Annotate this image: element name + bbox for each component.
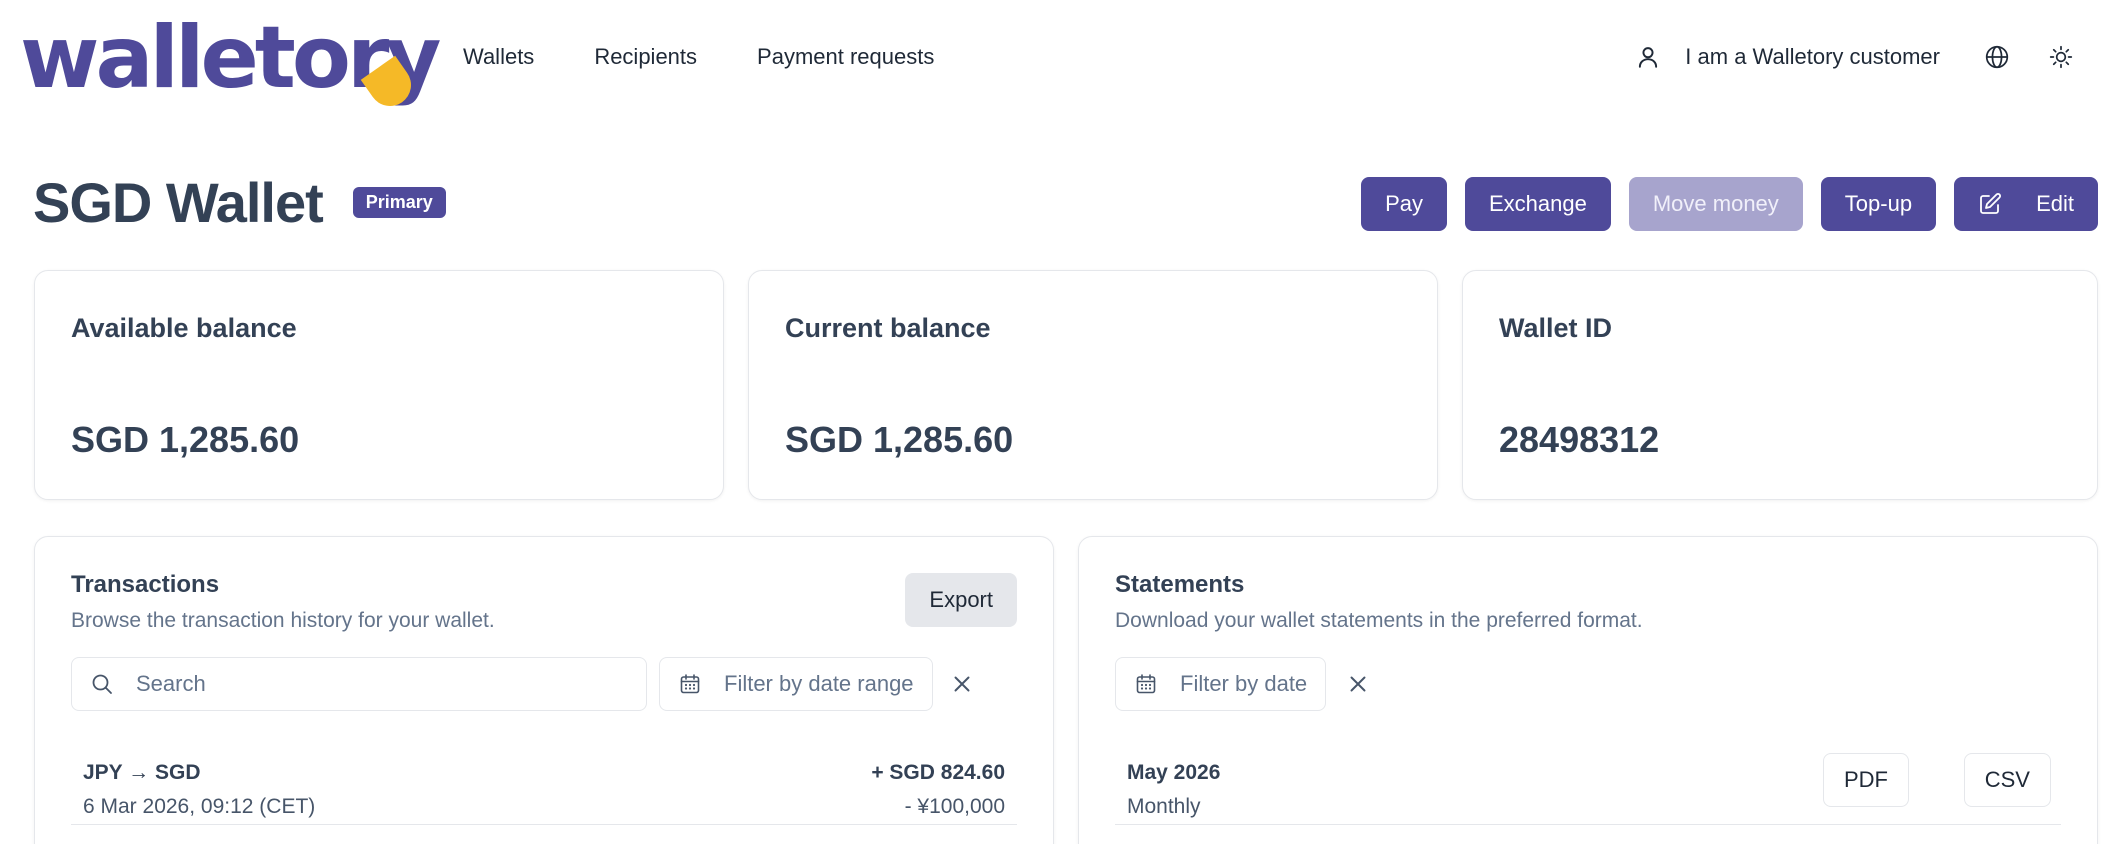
transaction-row[interactable]: JPY → SGD 6 Mar 2026, 09:12 (CET) + SGD … [71,745,1017,825]
search-field [71,657,647,711]
globe-icon[interactable] [1984,44,2010,70]
statements-panel: Statements Download your wallet statemen… [1078,536,2098,844]
close-icon[interactable] [949,671,975,697]
transactions-subtitle: Browse the transaction history for your … [71,609,495,632]
top-up-button[interactable]: Top-up [1820,177,1937,231]
user-icon [1639,47,1658,68]
primary-badge: Primary [352,187,446,218]
nav-payment-requests[interactable]: Payment requests [757,44,934,70]
statements-subtitle: Download your wallet statements in the p… [1115,609,1643,632]
wallet-id-label: Wallet ID [1499,313,1613,343]
close-icon[interactable] [1345,671,1371,697]
search-icon [92,674,112,694]
available-balance-card: Available balance SGD 1,285.60 [34,270,724,500]
nav-recipients[interactable]: Recipients [594,44,697,70]
edit-button[interactable]: Edit [1954,177,2098,231]
transaction-original-amount: - ¥100,000 [904,795,1005,818]
date-range-placeholder: Filter by date range [724,671,914,696]
main-nav: Wallets Recipients Payment requests [463,44,994,70]
calendar-icon [680,674,700,694]
date-filter-placeholder: Filter by date [1180,671,1308,696]
move-money-button[interactable]: Move money [1628,177,1803,231]
nav-wallets[interactable]: Wallets [463,44,534,70]
top-header: walletory Wallets Recipients Payment req… [0,0,2114,120]
transaction-date: 6 Mar 2026, 09:12 (CET) [83,795,316,818]
exchange-button[interactable]: Exchange [1464,177,1611,231]
export-button[interactable]: Export [905,573,1017,627]
page-title: SGD Wallet [33,171,324,234]
statement-period: May 2026 [1127,761,1221,784]
transaction-title: JPY → SGD [83,761,201,784]
date-filter[interactable]: Filter by date [1115,657,1327,711]
pdf-button[interactable]: PDF [1823,753,1909,807]
current-balance-value: SGD 1,285.60 [785,419,1014,460]
statement-frequency: Monthly [1127,795,1201,818]
current-balance-label: Current balance [785,313,991,343]
transactions-panel: Transactions Browse the transaction hist… [34,536,1054,844]
walletory-logo[interactable]: walletory [20,8,441,115]
statements-title: Statements [1115,571,1245,598]
wallet-id-card: Wallet ID 28498312 [1462,270,2098,500]
csv-button[interactable]: CSV [1963,753,2051,807]
statement-row: May 2026 Monthly PDF CSV [1115,745,2061,825]
customer-link[interactable]: I am a Walletory customer [1685,44,1940,70]
header-right: I am a Walletory customer [1635,44,2074,70]
page: walletory Wallets Recipients Payment req… [0,0,2114,844]
title-row: SGD Wallet Primary [33,170,446,235]
sun-icon[interactable] [2048,44,2074,70]
edit-button-label: Edit [2036,191,2074,216]
transactions-title: Transactions [71,571,220,598]
calendar-icon [1136,674,1156,694]
available-balance-label: Available balance [71,313,297,343]
transaction-amount: + SGD 824.60 [871,761,1005,784]
wallet-id-value: 28498312 [1499,419,1660,460]
search-input[interactable] [136,671,646,697]
pay-button[interactable]: Pay [1361,177,1447,231]
wallet-actions: Pay Exchange Move money Top-up Edit [1361,177,2098,231]
date-range-filter[interactable]: Filter by date range [659,657,933,711]
edit-icon [1980,193,2002,214]
current-balance-card: Current balance SGD 1,285.60 [748,270,1438,500]
available-balance-value: SGD 1,285.60 [71,419,300,460]
